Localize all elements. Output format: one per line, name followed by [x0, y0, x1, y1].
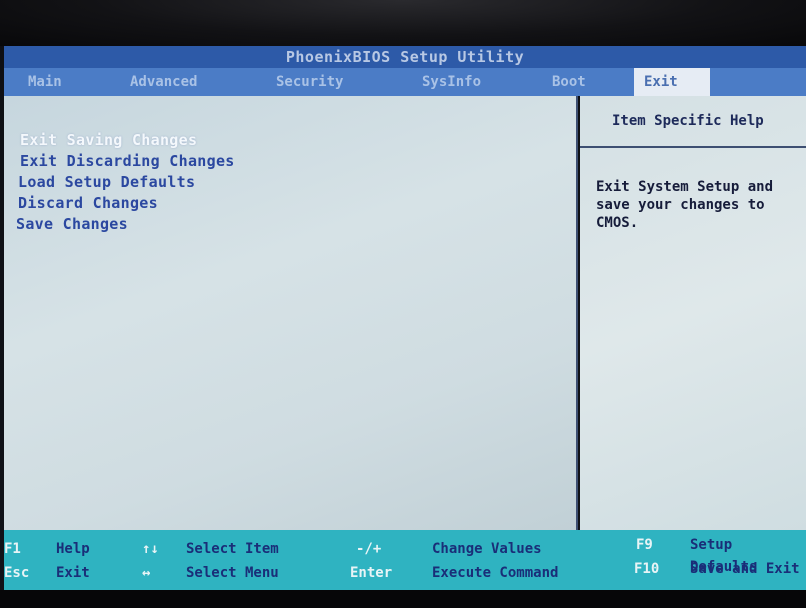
bios-title-bar: PhoenixBIOS Setup Utility	[4, 46, 806, 68]
help-panel: Item Specific Help Exit System Setup and…	[580, 96, 806, 530]
enter-desc: Execute Command	[432, 565, 559, 581]
menu-sysinfo[interactable]: SysInfo	[412, 68, 491, 96]
option-load-setup-defaults[interactable]: Load Setup Defaults	[18, 173, 195, 191]
enter-key: Enter	[350, 565, 393, 581]
options-panel: Exit Saving Changes Exit Discarding Chan…	[4, 96, 578, 530]
help-text: Exit System Setup and save your changes …	[596, 179, 774, 231]
menu-advanced[interactable]: Advanced	[120, 68, 207, 96]
option-save-changes[interactable]: Save Changes	[16, 215, 128, 233]
help-title: Item Specific Help	[580, 108, 806, 148]
updown-arrows-icon: ↑↓	[142, 541, 159, 557]
bios-title: PhoenixBIOS Setup Utility	[285, 48, 525, 66]
minusplus-key: -/+	[356, 541, 382, 557]
esc-key: Esc	[4, 565, 30, 581]
esc-desc: Exit	[56, 565, 90, 581]
f10-desc: Save and Exit	[690, 561, 800, 577]
bios-screen: PhoenixBIOS Setup Utility Main Advanced …	[0, 0, 806, 608]
minusplus-desc: Change Values	[432, 541, 542, 557]
option-exit-saving-changes[interactable]: Exit Saving Changes	[20, 131, 197, 149]
menu-main[interactable]: Main	[18, 68, 72, 96]
monitor-bottom-bezel	[0, 590, 806, 608]
option-discard-changes[interactable]: Discard Changes	[18, 194, 158, 212]
f9-key: F9	[636, 537, 653, 553]
key-legend-footer: F1 Help Esc Exit ↑↓ Select Item ↔ Select…	[4, 530, 806, 590]
menu-boot[interactable]: Boot	[542, 68, 596, 96]
leftright-desc: Select Menu	[186, 565, 279, 581]
menu-exit[interactable]: Exit	[634, 68, 710, 96]
leftright-arrows-icon: ↔	[142, 565, 151, 581]
f10-key: F10	[634, 561, 660, 577]
menu-bar: Main Advanced Security SysInfo Boot Exit	[4, 68, 806, 96]
f1-desc: Help	[56, 541, 90, 557]
f1-key: F1	[4, 541, 21, 557]
monitor-bezel	[0, 0, 806, 46]
menu-security[interactable]: Security	[266, 68, 353, 96]
option-exit-discarding-changes[interactable]: Exit Discarding Changes	[20, 152, 235, 170]
updown-desc: Select Item	[186, 541, 279, 557]
